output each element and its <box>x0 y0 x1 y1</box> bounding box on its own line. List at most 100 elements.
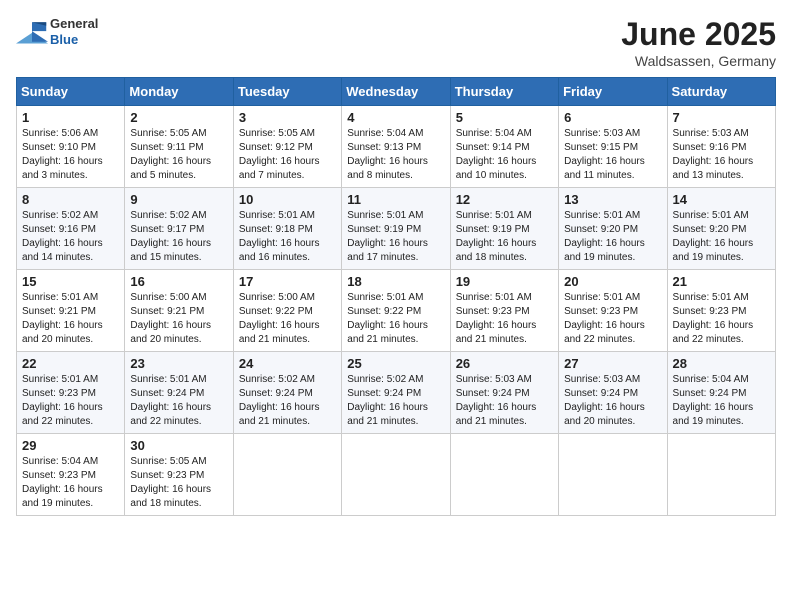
day-number: 7 <box>673 110 770 125</box>
calendar-header-row: SundayMondayTuesdayWednesdayThursdayFrid… <box>17 78 776 106</box>
day-info: Sunrise: 5:01 AMSunset: 9:19 PMDaylight:… <box>347 209 444 265</box>
calendar-header-tuesday: Tuesday <box>233 78 341 106</box>
logo-text: General Blue <box>50 16 98 47</box>
calendar-header-monday: Monday <box>125 78 233 106</box>
day-number: 19 <box>456 274 553 289</box>
calendar-day-2: 2Sunrise: 5:05 AMSunset: 9:11 PMDaylight… <box>125 106 233 188</box>
month-title: June 2025 <box>621 16 776 53</box>
day-number: 13 <box>564 192 661 207</box>
logo-icon <box>16 18 48 46</box>
calendar-day-empty <box>450 434 558 516</box>
calendar-day-20: 20 Sunrise: 5:01 AMSunset: 9:23 PMDayligh… <box>559 270 667 352</box>
day-info: Sunrise: 5:01 AMSunset: 9:23 PMDaylight:… <box>22 373 119 429</box>
day-number: 3 <box>239 110 336 125</box>
calendar-header-saturday: Saturday <box>667 78 775 106</box>
day-number: 6 <box>564 110 661 125</box>
day-info: Sunrise: 5:04 AMSunset: 9:23 PMDaylight:… <box>22 455 119 511</box>
day-number: 1 <box>22 110 119 125</box>
title-area: June 2025 Waldsassen, Germany <box>621 16 776 69</box>
day-info: Sunrise: 5:04 AMSunset: 9:14 PMDaylight:… <box>456 127 553 183</box>
calendar-day-9: 9 Sunrise: 5:02 AMSunset: 9:17 PMDaylight… <box>125 188 233 270</box>
calendar-week-4: 22 Sunrise: 5:01 AMSunset: 9:23 PMDayligh… <box>17 352 776 434</box>
calendar-day-16: 16Sunrise: 5:00 AMSunset: 9:21 PMDayligh… <box>125 270 233 352</box>
day-number: 9 <box>130 192 227 207</box>
calendar-day-10: 10 Sunrise: 5:01 AMSunset: 9:18 PMDayligh… <box>233 188 341 270</box>
calendar-week-5: 29 Sunrise: 5:04 AMSunset: 9:23 PMDayligh… <box>17 434 776 516</box>
day-number: 22 <box>22 356 119 371</box>
day-info: Sunrise: 5:03 AMSunset: 9:15 PMDaylight:… <box>564 127 661 183</box>
calendar-week-1: 1 Sunrise: 5:06 AMSunset: 9:10 PMDaylight… <box>17 106 776 188</box>
logo: General Blue <box>16 16 98 47</box>
calendar-day-6: 6 Sunrise: 5:03 AMSunset: 9:15 PMDaylight… <box>559 106 667 188</box>
calendar-day-empty <box>233 434 341 516</box>
calendar-day-14: 14 Sunrise: 5:01 AMSunset: 9:20 PMDayligh… <box>667 188 775 270</box>
day-number: 21 <box>673 274 770 289</box>
calendar-day-13: 13 Sunrise: 5:01 AMSunset: 9:20 PMDayligh… <box>559 188 667 270</box>
day-info: Sunrise: 5:02 AMSunset: 9:17 PMDaylight:… <box>130 209 227 265</box>
day-number: 25 <box>347 356 444 371</box>
calendar-day-3: 3 Sunrise: 5:05 AMSunset: 9:12 PMDaylight… <box>233 106 341 188</box>
day-number: 17 <box>239 274 336 289</box>
calendar-day-27: 27 Sunrise: 5:03 AMSunset: 9:24 PMDayligh… <box>559 352 667 434</box>
calendar-day-28: 28 Sunrise: 5:04 AMSunset: 9:24 PMDayligh… <box>667 352 775 434</box>
calendar-day-12: 12 Sunrise: 5:01 AMSunset: 9:19 PMDayligh… <box>450 188 558 270</box>
day-info: Sunrise: 5:01 AMSunset: 9:18 PMDaylight:… <box>239 209 336 265</box>
calendar-day-11: 11 Sunrise: 5:01 AMSunset: 9:19 PMDayligh… <box>342 188 450 270</box>
day-info: Sunrise: 5:01 AMSunset: 9:23 PMDaylight:… <box>673 291 770 347</box>
day-info: Sunrise: 5:01 AMSunset: 9:21 PMDaylight:… <box>22 291 119 347</box>
header: General Blue June 2025 Waldsassen, Germa… <box>16 16 776 69</box>
calendar-day-22: 22 Sunrise: 5:01 AMSunset: 9:23 PMDayligh… <box>17 352 125 434</box>
logo-general: General <box>50 16 98 32</box>
day-number: 18 <box>347 274 444 289</box>
calendar-day-23: 23 Sunrise: 5:01 AMSunset: 9:24 PMDayligh… <box>125 352 233 434</box>
calendar-day-8: 8 Sunrise: 5:02 AMSunset: 9:16 PMDaylight… <box>17 188 125 270</box>
day-info: Sunrise: 5:02 AMSunset: 9:16 PMDaylight:… <box>22 209 119 265</box>
calendar-header-sunday: Sunday <box>17 78 125 106</box>
day-number: 16 <box>130 274 227 289</box>
calendar-day-29: 29 Sunrise: 5:04 AMSunset: 9:23 PMDayligh… <box>17 434 125 516</box>
day-number: 27 <box>564 356 661 371</box>
day-info: Sunrise: 5:03 AMSunset: 9:24 PMDaylight:… <box>564 373 661 429</box>
calendar-header-friday: Friday <box>559 78 667 106</box>
calendar-week-3: 15 Sunrise: 5:01 AMSunset: 9:21 PMDayligh… <box>17 270 776 352</box>
calendar-day-19: 19 Sunrise: 5:01 AMSunset: 9:23 PMDayligh… <box>450 270 558 352</box>
day-number: 10 <box>239 192 336 207</box>
day-number: 5 <box>456 110 553 125</box>
day-number: 12 <box>456 192 553 207</box>
day-number: 29 <box>22 438 119 453</box>
day-number: 20 <box>564 274 661 289</box>
day-number: 4 <box>347 110 444 125</box>
calendar-day-7: 7Sunrise: 5:03 AMSunset: 9:16 PMDaylight… <box>667 106 775 188</box>
day-number: 30 <box>130 438 227 453</box>
day-info: Sunrise: 5:01 AMSunset: 9:23 PMDaylight:… <box>456 291 553 347</box>
calendar-day-17: 17Sunrise: 5:00 AMSunset: 9:22 PMDayligh… <box>233 270 341 352</box>
day-info: Sunrise: 5:01 AMSunset: 9:24 PMDaylight:… <box>130 373 227 429</box>
day-info: Sunrise: 5:02 AMSunset: 9:24 PMDaylight:… <box>347 373 444 429</box>
calendar-week-2: 8 Sunrise: 5:02 AMSunset: 9:16 PMDaylight… <box>17 188 776 270</box>
logo-blue: Blue <box>50 32 98 48</box>
day-number: 28 <box>673 356 770 371</box>
day-info: Sunrise: 5:01 AMSunset: 9:19 PMDaylight:… <box>456 209 553 265</box>
calendar-day-empty <box>667 434 775 516</box>
day-info: Sunrise: 5:01 AMSunset: 9:20 PMDaylight:… <box>564 209 661 265</box>
day-info: Sunrise: 5:01 AMSunset: 9:23 PMDaylight:… <box>564 291 661 347</box>
day-number: 14 <box>673 192 770 207</box>
day-number: 11 <box>347 192 444 207</box>
day-number: 24 <box>239 356 336 371</box>
calendar-day-empty <box>559 434 667 516</box>
day-info: Sunrise: 5:03 AMSunset: 9:24 PMDaylight:… <box>456 373 553 429</box>
calendar-day-18: 18 Sunrise: 5:01 AMSunset: 9:22 PMDayligh… <box>342 270 450 352</box>
calendar-day-1: 1 Sunrise: 5:06 AMSunset: 9:10 PMDaylight… <box>17 106 125 188</box>
day-info: Sunrise: 5:05 AMSunset: 9:12 PMDaylight:… <box>239 127 336 183</box>
calendar-day-15: 15 Sunrise: 5:01 AMSunset: 9:21 PMDayligh… <box>17 270 125 352</box>
day-info: Sunrise: 5:01 AMSunset: 9:22 PMDaylight:… <box>347 291 444 347</box>
day-info: Sunrise: 5:06 AMSunset: 9:10 PMDaylight:… <box>22 127 119 183</box>
day-number: 8 <box>22 192 119 207</box>
day-info: Sunrise: 5:04 AMSunset: 9:24 PMDaylight:… <box>673 373 770 429</box>
day-number: 15 <box>22 274 119 289</box>
day-info: Sunrise: 5:05 AMSunset: 9:11 PMDaylight:… <box>130 127 227 183</box>
day-info: Sunrise: 5:01 AMSunset: 9:20 PMDaylight:… <box>673 209 770 265</box>
day-info: Sunrise: 5:02 AMSunset: 9:24 PMDaylight:… <box>239 373 336 429</box>
day-number: 23 <box>130 356 227 371</box>
calendar-day-24: 24 Sunrise: 5:02 AMSunset: 9:24 PMDayligh… <box>233 352 341 434</box>
